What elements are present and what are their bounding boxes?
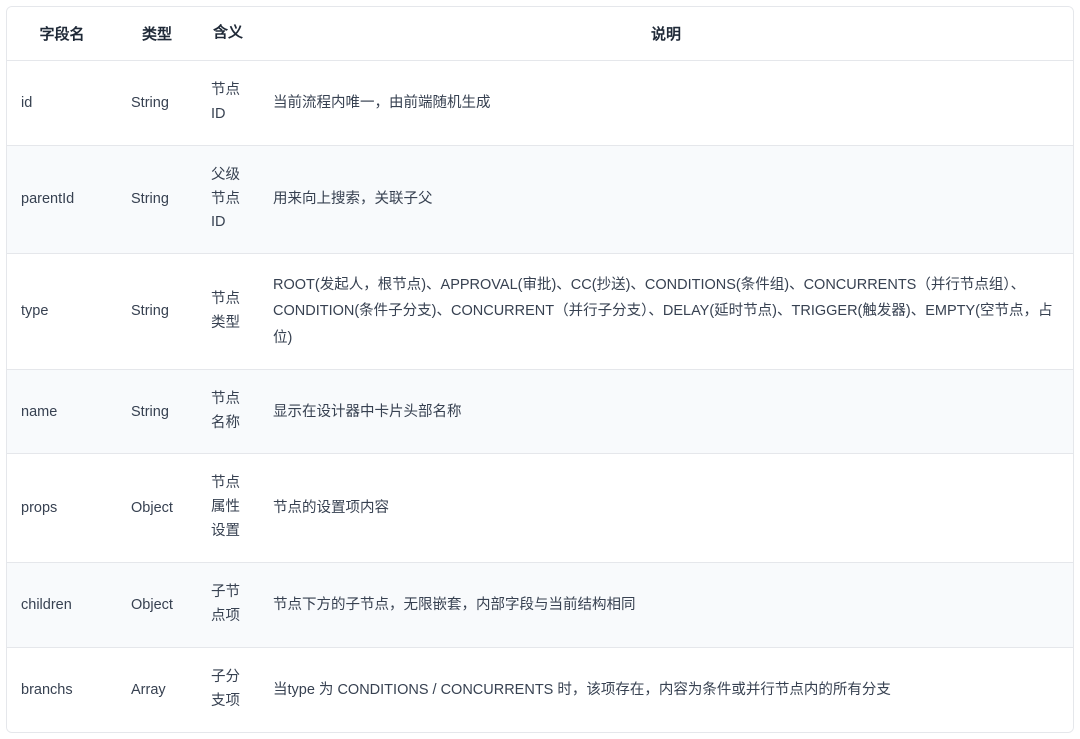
cell-meaning: 节点属性设置 — [197, 454, 259, 563]
cell-type: String — [117, 145, 197, 254]
cell-field: branchs — [7, 648, 117, 732]
field-table-container: 字段名 类型 含义 说明 id String 节点ID 当前流程内唯一，由前端随… — [6, 6, 1074, 733]
cell-description: 节点的设置项内容 — [259, 454, 1073, 563]
table-row: props Object 节点属性设置 节点的设置项内容 — [7, 454, 1073, 563]
header-meaning: 含义 — [197, 7, 259, 60]
cell-field: name — [7, 369, 117, 454]
cell-meaning: 节点名称 — [197, 369, 259, 454]
table-row: parentId String 父级节点ID 用来向上搜索，关联子父 — [7, 145, 1073, 254]
cell-description: 节点下方的子节点，无限嵌套，内部字段与当前结构相同 — [259, 563, 1073, 648]
header-description: 说明 — [259, 7, 1073, 60]
header-field: 字段名 — [7, 7, 117, 60]
header-type: 类型 — [117, 7, 197, 60]
cell-description: 当前流程内唯一，由前端随机生成 — [259, 60, 1073, 145]
cell-type: String — [117, 254, 197, 369]
cell-type: String — [117, 60, 197, 145]
table-row: children Object 子节点项 节点下方的子节点，无限嵌套，内部字段与… — [7, 563, 1073, 648]
field-table: 字段名 类型 含义 说明 id String 节点ID 当前流程内唯一，由前端随… — [7, 7, 1073, 732]
cell-description: ROOT(发起人，根节点)、APPROVAL(审批)、CC(抄送)、CONDIT… — [259, 254, 1073, 369]
table-row: name String 节点名称 显示在设计器中卡片头部名称 — [7, 369, 1073, 454]
cell-description: 当type 为 CONDITIONS / CONCURRENTS 时，该项存在，… — [259, 648, 1073, 732]
cell-description: 显示在设计器中卡片头部名称 — [259, 369, 1073, 454]
cell-description: 用来向上搜索，关联子父 — [259, 145, 1073, 254]
cell-type: Object — [117, 454, 197, 563]
cell-type: String — [117, 369, 197, 454]
table-row: id String 节点ID 当前流程内唯一，由前端随机生成 — [7, 60, 1073, 145]
table-row: type String 节点类型 ROOT(发起人，根节点)、APPROVAL(… — [7, 254, 1073, 369]
cell-field: id — [7, 60, 117, 145]
table-row: branchs Array 子分支项 当type 为 CONDITIONS / … — [7, 648, 1073, 732]
cell-field: parentId — [7, 145, 117, 254]
cell-meaning: 子节点项 — [197, 563, 259, 648]
cell-meaning: 节点类型 — [197, 254, 259, 369]
cell-meaning: 子分支项 — [197, 648, 259, 732]
cell-field: children — [7, 563, 117, 648]
cell-field: type — [7, 254, 117, 369]
table-header-row: 字段名 类型 含义 说明 — [7, 7, 1073, 60]
cell-meaning: 节点ID — [197, 60, 259, 145]
cell-type: Array — [117, 648, 197, 732]
cell-field: props — [7, 454, 117, 563]
cell-type: Object — [117, 563, 197, 648]
cell-meaning: 父级节点ID — [197, 145, 259, 254]
